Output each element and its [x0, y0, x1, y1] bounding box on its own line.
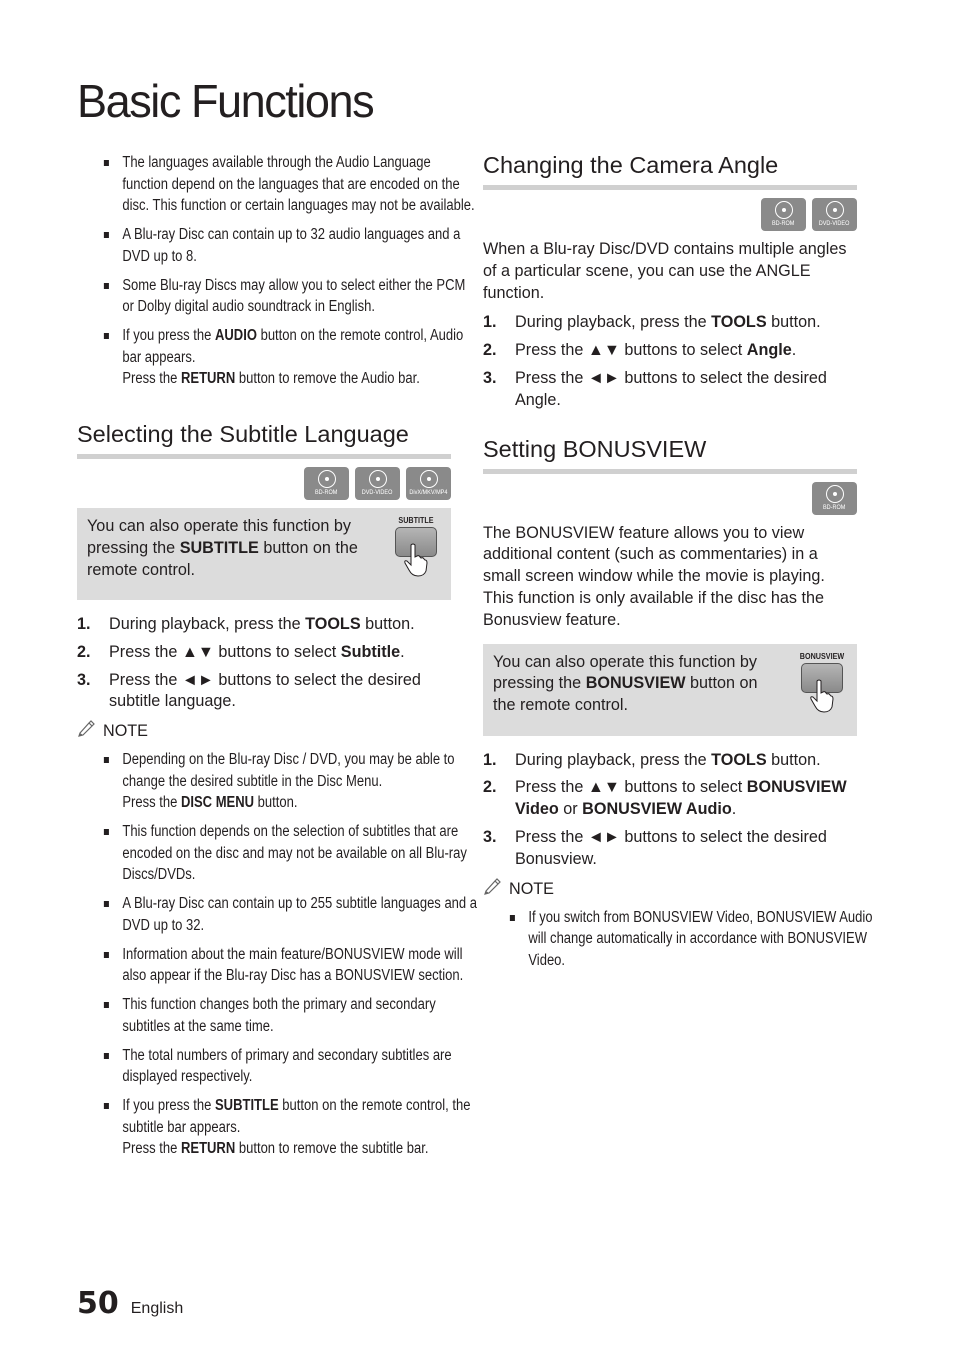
list-item: Information about the main feature/BONUS…: [103, 944, 478, 987]
list-item: If you switch from BONUSVIEW Video, BONU…: [509, 907, 884, 972]
disc-icon: [317, 470, 336, 488]
step-item: 3. Press the ◄► buttons to select the des…: [483, 827, 827, 868]
angle-section-title: Changing the Camera Angle: [483, 152, 857, 190]
subtitle-steps: 1. During playback, press the TOOLS butto…: [77, 614, 451, 713]
disc-type-icon: BD-ROM: [304, 467, 349, 500]
pointing-hand-icon: [404, 543, 428, 577]
emphasis: BONUSVIEW Audio: [582, 800, 732, 819]
remote-button-label: BONUSVIEW: [799, 651, 845, 661]
disc-icon: [774, 201, 793, 219]
disc-type-label: DVD-VIDEO: [362, 489, 393, 496]
step-number: 2.: [483, 778, 497, 797]
subtitle-section-title: Selecting the Subtitle Language: [77, 421, 451, 459]
emphasis: RETURN: [180, 370, 236, 387]
disc-type-label: BD-ROM: [772, 220, 795, 227]
subtitle-remote-button: SUBTITLE: [391, 516, 441, 577]
disc-icon: [368, 470, 387, 488]
step-number: 1.: [483, 313, 497, 332]
step-number: 3.: [483, 368, 497, 387]
list-item: Depending on the Blu-ray Disc / DVD, you…: [103, 749, 478, 814]
note-label: NOTE: [509, 879, 554, 898]
step-item: 2. Press the ▲▼ buttons to select Angle.: [483, 340, 857, 362]
audio-notes-list: The languages available through the Audi…: [77, 152, 478, 390]
list-item: A Blu-ray Disc can contain up to 32 audi…: [103, 224, 478, 267]
disc-icon: [825, 201, 844, 219]
step-number: 2.: [77, 642, 91, 661]
left-column: The languages available through the Audi…: [77, 152, 477, 1167]
subtitle-note-heading: NOTE: [77, 719, 451, 743]
bonusview-disc-icons: BD-ROM: [483, 481, 857, 515]
step-number: 3.: [77, 670, 91, 689]
step-item: 3. Press the ◄► buttons to select the des…: [77, 670, 421, 711]
bonusview-tip-text: You can also operate this function by pr…: [493, 652, 758, 715]
pencil-note-icon: [77, 719, 103, 743]
step-item: 1. During playback, press the TOOLS butto…: [77, 614, 451, 636]
bonusview-remote-button: BONUSVIEW: [797, 652, 847, 713]
list-item: The languages available through the Audi…: [103, 152, 478, 217]
list-item: A Blu-ray Disc can contain up to 255 sub…: [103, 893, 478, 936]
angle-steps: 1. During playback, press the TOOLS butto…: [483, 312, 857, 411]
disc-type-icon: DVD-VIDEO: [812, 198, 857, 231]
list-item: This function depends on the selection o…: [103, 821, 478, 886]
subtitle-tip-text: You can also operate this function by pr…: [87, 517, 358, 579]
subtitle-notes-list: Depending on the Blu-ray Disc / DVD, you…: [77, 749, 478, 1160]
bonusview-note-heading: NOTE: [483, 877, 857, 901]
disc-type-label: DVD-VIDEO: [819, 220, 850, 227]
step-item: 2. Press the ▲▼ buttons to select Subtitl…: [77, 642, 451, 664]
step-item: 2. Press the ▲▼ buttons to select BONUSVI…: [483, 778, 847, 819]
page-number: 50: [77, 1286, 119, 1321]
note-label: NOTE: [103, 722, 148, 741]
disc-icon: [825, 484, 844, 503]
disc-icon: [419, 470, 438, 488]
emphasis: TOOLS: [711, 313, 767, 332]
bonusview-notes-list: If you switch from BONUSVIEW Video, BONU…: [483, 907, 884, 972]
disc-type-icon: BD-ROM: [761, 198, 806, 231]
pointing-hand-icon: [810, 679, 834, 713]
emphasis: TOOLS: [711, 750, 767, 769]
emphasis: Angle: [746, 341, 792, 360]
bonusview-steps: 1. During playback, press the TOOLS butto…: [483, 750, 857, 871]
disc-type-label: BD-ROM: [823, 503, 846, 511]
step-item: 1. During playback, press the TOOLS butto…: [483, 750, 857, 772]
pencil-note-icon: [483, 877, 509, 901]
step-number: 3.: [483, 827, 497, 846]
step-item: 1. During playback, press the TOOLS butto…: [483, 312, 857, 334]
emphasis: BONUSVIEW: [585, 674, 686, 693]
angle-disc-icons: BD-ROM DVD-VIDEO: [483, 198, 857, 231]
angle-intro: When a Blu-ray Disc/DVD contains multipl…: [483, 240, 847, 302]
emphasis: Subtitle: [340, 642, 401, 661]
disc-type-label: BD-ROM: [315, 489, 338, 496]
disc-type-icon: DivX/MKV/MP4: [406, 467, 451, 500]
bonusview-tip-box: You can also operate this function by pr…: [483, 643, 857, 736]
list-item: If you press the AUDIO button on the rem…: [103, 325, 478, 390]
step-number: 1.: [483, 750, 497, 769]
subtitle-disc-icons: BD-ROM DVD-VIDEO DivX/MKV/MP4: [77, 467, 451, 500]
list-item: The total numbers of primary and seconda…: [103, 1045, 478, 1088]
page-footer: 50 English: [77, 1286, 183, 1321]
right-column: Changing the Camera Angle BD-ROM DVD-VIDE…: [483, 152, 873, 979]
step-number: 1.: [77, 615, 91, 633]
list-item: Some Blu-ray Discs may allow you to sele…: [103, 275, 478, 318]
emphasis: TOOLS: [305, 615, 361, 633]
step-number: 2.: [483, 341, 497, 360]
disc-type-icon: DVD-VIDEO: [355, 467, 400, 500]
list-item: This function changes both the primary a…: [103, 994, 478, 1037]
bonusview-intro: The BONUSVIEW feature allows you to view…: [483, 523, 825, 629]
emphasis: DISC MENU: [180, 794, 255, 812]
disc-type-label: DivX/MKV/MP4: [409, 489, 448, 496]
page-language: English: [130, 1300, 184, 1317]
emphasis: SUBTITLE: [214, 1097, 279, 1115]
emphasis: SUBTITLE: [179, 538, 259, 557]
emphasis: AUDIO: [214, 327, 257, 344]
list-item: If you press the SUBTITLE button on the …: [103, 1095, 478, 1160]
step-item: 3. Press the ◄► buttons to select the des…: [483, 368, 827, 409]
bonusview-section-title: Setting BONUSVIEW: [483, 436, 857, 474]
subtitle-tip-box: You can also operate this function by pr…: [77, 508, 451, 600]
emphasis: RETURN: [180, 1140, 236, 1158]
disc-type-icon: BD-ROM: [812, 481, 857, 515]
remote-button-label: SUBTITLE: [398, 516, 434, 525]
page-title: Basic Functions: [77, 75, 375, 127]
